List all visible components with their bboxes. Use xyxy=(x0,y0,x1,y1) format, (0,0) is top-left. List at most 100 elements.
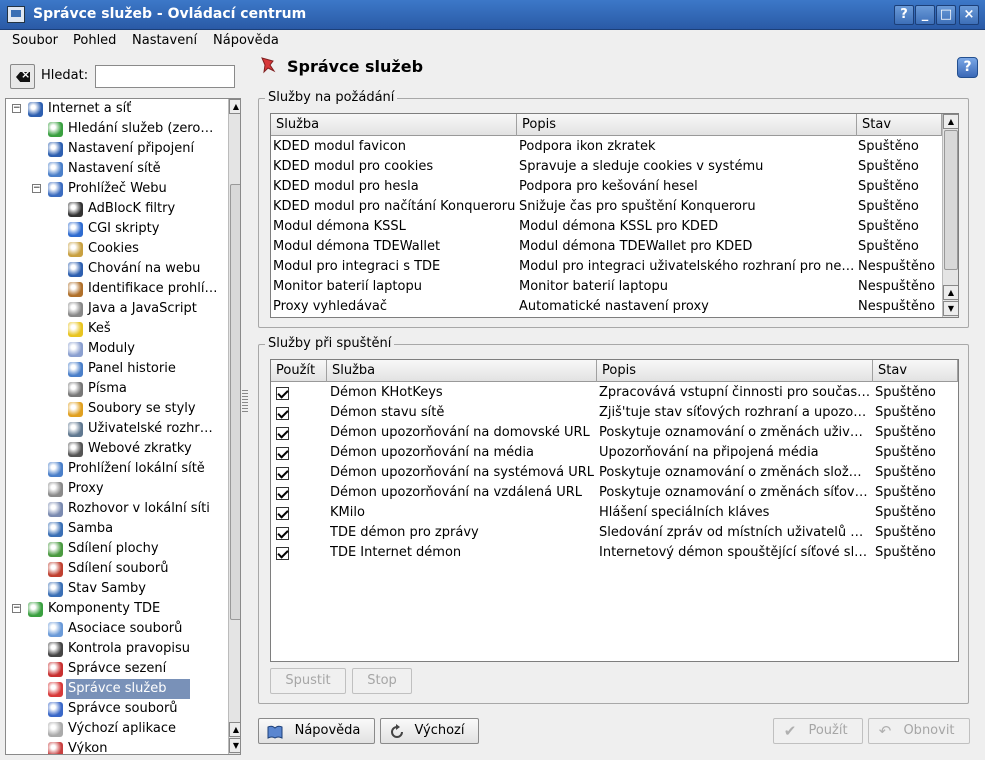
tree-item[interactable]: Stav Samby xyxy=(6,579,226,599)
startup-list[interactable]: Použít Služba Popis Stav Démon KHotKeys Z… xyxy=(270,359,959,662)
help-button[interactable]: Nápověda xyxy=(258,718,375,744)
ondemand-row[interactable]: Monitor baterií laptopu Monitor baterií l… xyxy=(271,277,942,297)
tree-item[interactable]: Písma xyxy=(6,379,226,399)
scroll-up-arrow-icon[interactable]: ▲ xyxy=(229,99,240,114)
tree-item[interactable]: Výchozí aplikace xyxy=(6,719,226,739)
context-help-button[interactable]: ? xyxy=(894,5,914,25)
header-stav[interactable]: Stav xyxy=(857,114,942,136)
use-checkbox[interactable] xyxy=(276,547,289,560)
header-sluzba[interactable]: Služba xyxy=(271,114,517,136)
startup-row[interactable]: Démon KHotKeys Zpracovává vstupní činnost… xyxy=(271,383,958,403)
scroll-down-arrow-icon[interactable]: ▼ xyxy=(943,301,958,316)
use-checkbox[interactable] xyxy=(276,467,289,480)
use-checkbox[interactable] xyxy=(276,507,289,520)
start-service-button[interactable]: Spustit xyxy=(270,668,346,694)
header-sluzba[interactable]: Služba xyxy=(327,360,597,382)
tree-item[interactable]: Identifikace prohlí… xyxy=(6,279,226,299)
scroll-up-arrow-icon[interactable]: ▲ xyxy=(943,114,958,129)
tree-scrollbar[interactable]: ▲ ▲ ▼ xyxy=(228,99,240,754)
tree-item[interactable]: Sdílení souborů xyxy=(6,559,226,579)
tree-item[interactable]: Java a JavaScript xyxy=(6,299,226,319)
scroll-up-arrow-icon[interactable]: ▲ xyxy=(229,722,240,737)
reset-button[interactable]: ↶ Obnovit xyxy=(868,718,970,744)
minimize-button[interactable]: _ xyxy=(915,5,935,25)
module-tree[interactable]: − Internet a síť Hledání služeb (zero… Nast… xyxy=(5,98,241,755)
tree-item[interactable]: Správce souborů xyxy=(6,699,226,719)
menu-nastaveni[interactable]: Nastavení xyxy=(132,33,197,48)
help-icon[interactable]: ? xyxy=(957,57,978,78)
tree-item[interactable]: Hledání služeb (zero… xyxy=(6,119,226,139)
search-input[interactable] xyxy=(95,65,235,88)
tree-item[interactable]: Správce sezení xyxy=(6,659,226,679)
tree-item[interactable]: Správce služeb xyxy=(6,679,226,699)
use-checkbox[interactable] xyxy=(276,407,289,420)
use-checkbox[interactable] xyxy=(276,527,289,540)
tree-item[interactable]: Prohlížení lokální sítě xyxy=(6,459,226,479)
ondemand-row[interactable]: KDED modul pro načítání Konqueroru Snižuj… xyxy=(271,197,942,217)
tree-item[interactable]: CGI skripty xyxy=(6,219,226,239)
scroll-up-arrow-icon[interactable]: ▲ xyxy=(943,285,958,300)
tree-item[interactable]: Soubory se styly xyxy=(6,399,226,419)
header-popis[interactable]: Popis xyxy=(517,114,857,136)
ondemand-row[interactable]: Modul pro integraci s TDE Modul pro integ… xyxy=(271,257,942,277)
tree-item[interactable]: Samba xyxy=(6,519,226,539)
ondemand-row[interactable]: KDED modul pro cookies Spravuje a sleduje… xyxy=(271,157,942,177)
use-checkbox[interactable] xyxy=(276,387,289,400)
title-bar[interactable]: Správce služeb - Ovládací centrum ? _ □ … xyxy=(0,0,985,30)
tree-item[interactable]: Panel historie xyxy=(6,359,226,379)
startup-row[interactable]: TDE Internet démon Internetový démon spou… xyxy=(271,543,958,563)
menu-napoveda[interactable]: Nápověda xyxy=(213,33,279,48)
menu-pohled[interactable]: Pohled xyxy=(73,33,116,48)
ondemand-row[interactable]: KDED modul pro hesla Podpora pro kešování… xyxy=(271,177,942,197)
tree-item[interactable]: Sdílení plochy xyxy=(6,539,226,559)
ondemand-scrollbar[interactable]: ▲ ▲ ▼ xyxy=(942,114,958,317)
menu-soubor[interactable]: Soubor xyxy=(12,33,58,48)
ondemand-row[interactable]: KDED modul favicon Podpora ikon zkratek Sp… xyxy=(271,137,942,157)
startup-row[interactable]: Démon upozorňování na vzdálená URL Poskyt… xyxy=(271,483,958,503)
header-popis[interactable]: Popis xyxy=(597,360,873,382)
ondemand-row[interactable]: Modul démona TDEWallet Modul démona TDEWa… xyxy=(271,237,942,257)
tree-item[interactable]: Nastavení sítě xyxy=(6,159,226,179)
use-checkbox[interactable] xyxy=(276,447,289,460)
control-center-icon[interactable] xyxy=(7,6,25,23)
tree-item[interactable]: Nastavení připojení xyxy=(6,139,226,159)
startup-row[interactable]: KMilo Hlášení speciálních kláves Spuštěno xyxy=(271,503,958,523)
startup-row[interactable]: TDE démon pro zprávy Sledování zpráv od m… xyxy=(271,523,958,543)
scroll-down-arrow-icon[interactable]: ▼ xyxy=(229,738,240,753)
ondemand-list[interactable]: Služba Popis Stav KDED modul favicon Podp… xyxy=(270,113,959,318)
stop-service-button[interactable]: Stop xyxy=(352,668,412,694)
clear-search-button[interactable] xyxy=(10,64,35,89)
tree-item[interactable]: Keš xyxy=(6,319,226,339)
startup-row[interactable]: Démon stavu sítě Zjiš'tuje stav síťových … xyxy=(271,403,958,423)
apply-button[interactable]: ✔ Použít xyxy=(773,718,863,744)
collapse-icon[interactable]: − xyxy=(32,184,41,193)
tree-item[interactable]: Uživatelské rozhr… xyxy=(6,419,226,439)
maximize-button[interactable]: □ xyxy=(936,5,956,25)
startup-row[interactable]: Démon upozorňování na média Upozorňování … xyxy=(271,443,958,463)
collapse-icon[interactable]: − xyxy=(12,604,21,613)
use-checkbox[interactable] xyxy=(276,427,289,440)
tree-item[interactable]: − Komponenty TDE xyxy=(6,599,226,619)
tree-item[interactable]: Moduly xyxy=(6,339,226,359)
splitter-handle[interactable] xyxy=(242,390,248,412)
startup-row[interactable]: Démon upozorňování na systémová URL Posky… xyxy=(271,463,958,483)
header-pouzit[interactable]: Použít xyxy=(271,360,327,382)
tree-item[interactable]: Webové zkratky xyxy=(6,439,226,459)
scroll-thumb[interactable] xyxy=(230,184,240,620)
header-stav[interactable]: Stav xyxy=(873,360,958,382)
startup-row[interactable]: Démon upozorňování na domovské URL Poskyt… xyxy=(271,423,958,443)
tree-item[interactable]: − Prohlížeč Webu xyxy=(6,179,226,199)
tree-item[interactable]: Cookies xyxy=(6,239,226,259)
tree-item[interactable]: Proxy xyxy=(6,479,226,499)
tree-item[interactable]: Výkon xyxy=(6,739,226,754)
tree-item[interactable]: AdBlocK filtry xyxy=(6,199,226,219)
collapse-icon[interactable]: − xyxy=(12,104,21,113)
tree-item[interactable]: − Internet a síť xyxy=(6,99,226,119)
ondemand-row[interactable]: Modul démona KSSL Modul démona KSSL pro K… xyxy=(271,217,942,237)
tree-item[interactable]: Chování na webu xyxy=(6,259,226,279)
tree-item[interactable]: Asociace souborů xyxy=(6,619,226,639)
tree-item[interactable]: Kontrola pravopisu xyxy=(6,639,226,659)
ondemand-row[interactable]: Proxy vyhledávač Automatické nastavení pr… xyxy=(271,297,942,317)
defaults-button[interactable]: Výchozí xyxy=(380,718,479,744)
use-checkbox[interactable] xyxy=(276,487,289,500)
